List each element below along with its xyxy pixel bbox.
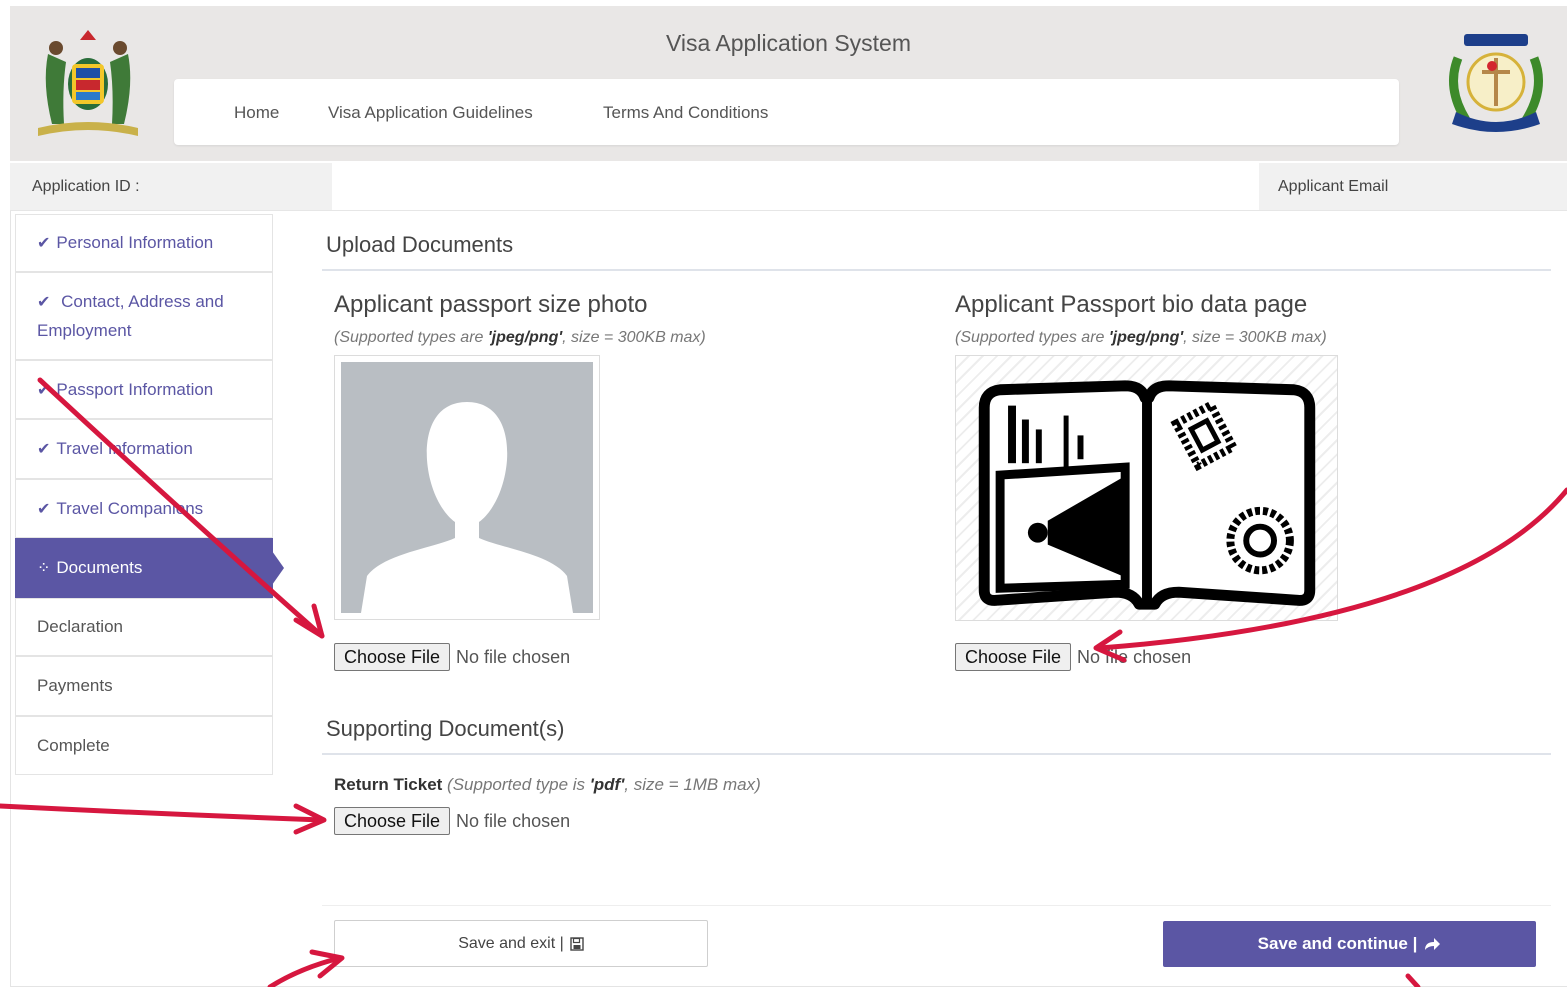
sidebar-item-documents[interactable]: ⁘ Documents: [15, 538, 284, 598]
save-and-exit-button[interactable]: Save and exit |: [334, 920, 708, 967]
passport-bio-page-hint: (Supported types are 'jpeg/png', size = …: [955, 329, 1327, 346]
passport-file-input: Choose File No file chosen: [955, 643, 1191, 671]
application-id-value: [332, 163, 1259, 210]
application-id-label: Application ID :: [32, 178, 140, 195]
spinner-icon: ⁘: [37, 560, 51, 577]
photo-file-input: Choose File No file chosen: [334, 643, 570, 671]
sidebar-item-personal-information[interactable]: ✔ Personal Information: [15, 214, 273, 272]
immigration-emblem-logo: [1449, 34, 1543, 132]
passport-bio-page-preview: [955, 355, 1338, 621]
check-icon: ✔: [37, 381, 51, 399]
photo-choose-file-button[interactable]: Choose File: [334, 643, 451, 671]
nav-terms-link[interactable]: Terms And Conditions: [603, 103, 768, 123]
sidebar-item-label: Travel Companions: [56, 498, 204, 518]
floppy-disk-icon: [570, 936, 584, 951]
check-icon: ✔: [37, 293, 51, 311]
save-and-continue-button[interactable]: Save and continue |: [1163, 921, 1536, 967]
passport-photo-hint: (Supported types are 'jpeg/png', size = …: [334, 329, 706, 346]
ticket-file-status: No file chosen: [456, 810, 571, 831]
sidebar-item-label: Documents: [56, 558, 143, 577]
ticket-choose-file-button[interactable]: Choose File: [334, 807, 451, 835]
upload-documents-title: Upload Documents: [326, 232, 514, 257]
section-divider: [322, 269, 1551, 271]
passport-file-status: No file chosen: [1077, 646, 1192, 667]
nav-guidelines-link[interactable]: Visa Application Guidelines: [328, 103, 533, 123]
sidebar-item-label: Declaration: [37, 617, 123, 636]
visa-application-page: Visa Application System Home Visa Applic…: [0, 0, 1567, 987]
application-info-bar: Application ID : Applicant Email: [10, 163, 1567, 211]
ticket-file-input: Choose File No file chosen: [334, 807, 570, 835]
passport-bio-page-title: Applicant Passport bio data page: [955, 291, 1308, 318]
sidebar-item-passport-information[interactable]: ✔ Passport Information: [15, 360, 273, 419]
footer-divider: [322, 905, 1551, 906]
sidebar-item-payments[interactable]: Payments: [15, 656, 273, 716]
sidebar-item-label: Complete: [37, 735, 110, 755]
main-nav: Home Visa Application Guidelines Terms A…: [174, 79, 1399, 145]
sidebar-item-label: Passport Information: [56, 379, 214, 399]
sidebar-item-declaration[interactable]: Declaration: [15, 598, 273, 656]
nav-home-link[interactable]: Home: [234, 103, 279, 123]
sidebar-item-label: Travel Information: [56, 439, 193, 458]
supporting-documents-title: Supporting Document(s): [326, 716, 565, 741]
passport-choose-file-button[interactable]: Choose File: [955, 643, 1072, 671]
check-icon: ✔: [37, 235, 51, 252]
check-icon: ✔: [37, 500, 51, 518]
passport-photo-preview: [334, 355, 600, 620]
passport-photo-title: Applicant passport size photo: [334, 291, 648, 318]
open-passport-icon: [978, 380, 1316, 610]
sidebar-item-complete[interactable]: Complete: [15, 716, 273, 775]
section-divider: [322, 753, 1551, 755]
return-ticket-label: Return Ticket (Supported type is 'pdf', …: [334, 775, 761, 794]
sidebar-item-label: Payments: [37, 676, 113, 695]
person-placeholder-icon: [341, 362, 593, 613]
sidebar-item-travel-companions[interactable]: ✔ Travel Companions: [15, 479, 273, 538]
tanzania-coat-of-arms-logo: [38, 30, 138, 136]
save-and-continue-label: Save and continue |: [1257, 934, 1418, 953]
site-header: Visa Application System Home Visa Applic…: [10, 6, 1567, 161]
sidebar-item-travel-information[interactable]: ✔ Travel Information: [15, 419, 273, 479]
photo-file-status: No file chosen: [456, 646, 571, 667]
sidebar-item-label: Personal Information: [56, 233, 214, 252]
sidebar-item-label: Contact, Address and Employment: [37, 291, 224, 340]
save-and-exit-label: Save and exit |: [458, 934, 564, 952]
sidebar-item-contact-address[interactable]: ✔ Contact, Address and Employment: [15, 272, 273, 360]
applicant-email-label: Applicant Email: [1278, 178, 1389, 195]
site-title: Visa Application System: [665, 30, 912, 56]
share-forward-icon: [1425, 938, 1441, 950]
check-icon: ✔: [37, 441, 51, 458]
